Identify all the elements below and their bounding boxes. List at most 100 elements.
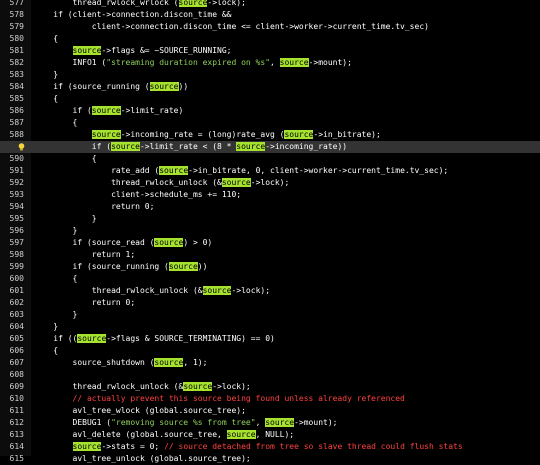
code-text[interactable]: if (source_read (source) > 0): [34, 237, 212, 249]
code-line[interactable]: 592 thread_rwlock_unlock (&source->lock)…: [0, 177, 540, 189]
code-text[interactable]: {: [34, 117, 78, 129]
code-text[interactable]: source->flags &= ~SOURCE_RUNNING;: [34, 45, 231, 57]
code-text[interactable]: if (source_running (source)): [34, 261, 207, 273]
code-text[interactable]: source->stats = 0; // source detached fr…: [34, 441, 463, 453]
code-text[interactable]: INFO1 ("streaming duration expired on %s…: [34, 57, 352, 69]
code-text[interactable]: {: [34, 273, 78, 285]
code-text[interactable]: if (source_running (source)): [34, 81, 188, 93]
code-line[interactable]: 590 {: [0, 153, 540, 165]
string-literal: "removing source %s from tree": [111, 418, 256, 427]
line-number: 615: [9, 454, 24, 463]
code-line[interactable]: 609 thread_rwlock_unlock (&source->lock)…: [0, 381, 540, 393]
lightbulb-icon[interactable]: [18, 143, 25, 151]
code-line[interactable]: 585 {: [0, 93, 540, 105]
code-text[interactable]: rate_add (source->in_bitrate, 0, client-…: [34, 165, 448, 177]
code-line[interactable]: 602 return 0;: [0, 297, 540, 309]
line-number: 578: [9, 10, 24, 19]
code-text[interactable]: }: [34, 225, 78, 237]
code-text[interactable]: if (client->connection.discon_time &&: [34, 9, 231, 21]
code-line[interactable]: 587 {: [0, 117, 540, 129]
code-line[interactable]: 580 {: [0, 33, 540, 45]
code-text[interactable]: avl_tree_wlock (global.source_tree);: [34, 405, 246, 417]
code-line[interactable]: 594 return 0;: [0, 201, 540, 213]
code-line[interactable]: 582 INFO1 ("streaming duration expired o…: [0, 57, 540, 69]
code-token: ->mount);: [294, 418, 338, 427]
code-line[interactable]: 608: [0, 369, 540, 381]
code-line[interactable]: 601 thread_rwlock_unlock (&source->lock)…: [0, 285, 540, 297]
code-text[interactable]: }: [34, 213, 97, 225]
code-token: thread_rwlock_wrlock (: [34, 0, 179, 7]
code-line[interactable]: 607 source_shutdown (source, 1);: [0, 357, 540, 369]
code-token: {: [34, 346, 59, 355]
code-line[interactable]: 596 }: [0, 225, 540, 237]
code-line[interactable]: 577 thread_rwlock_wrlock (source->lock);: [0, 0, 540, 9]
code-line[interactable]: 600 {: [0, 273, 540, 285]
code-line[interactable]: 595 }: [0, 213, 540, 225]
code-line[interactable]: 605 if ((source->flags & SOURCE_TERMINAT…: [0, 333, 540, 345]
code-text[interactable]: {: [34, 93, 58, 105]
code-text[interactable]: source_shutdown (source, 1);: [34, 357, 207, 369]
code-line[interactable]: 606 {: [0, 345, 540, 357]
code-text[interactable]: client->connection.discon_time <= client…: [34, 21, 429, 33]
highlighted-identifier: source: [236, 142, 266, 151]
code-line[interactable]: 588 source->incoming_rate = (long)rate_a…: [0, 129, 540, 141]
code-line[interactable]: 603 }: [0, 309, 540, 321]
code-text[interactable]: return 1;: [34, 249, 135, 261]
code-line[interactable]: 612 DEBUG1 ("removing source %s from tre…: [0, 417, 540, 429]
code-text[interactable]: thread_rwlock_wrlock (source->lock);: [34, 0, 246, 9]
code-editor[interactable]: 577 thread_rwlock_wrlock (source->lock);…: [0, 0, 540, 463]
code-line[interactable]: 615 avl_tree_unlock (global.source_tree)…: [0, 453, 540, 465]
code-line[interactable]: 578 if (client->connection.discon_time &…: [0, 9, 540, 21]
code-token: DEBUG1 (: [34, 418, 112, 427]
highlighted-identifier: source: [226, 430, 256, 439]
code-line[interactable]: 586 if (source->limit_rate): [0, 105, 540, 117]
code-text[interactable]: avl_delete (global.source_tree, source, …: [34, 429, 294, 441]
line-number: 584: [9, 82, 24, 91]
code-token: {: [34, 274, 78, 283]
code-line[interactable]: 583 }: [0, 69, 540, 81]
code-text[interactable]: {: [34, 33, 58, 45]
line-number: 599: [9, 262, 24, 271]
code-line[interactable]: 604 }: [0, 321, 540, 333]
code-text[interactable]: return 0;: [34, 297, 135, 309]
code-token: ) > 0): [183, 238, 213, 247]
code-line[interactable]: 611 avl_tree_wlock (global.source_tree);: [0, 405, 540, 417]
code-line[interactable]: 584 if (source_running (source)): [0, 81, 540, 93]
code-line[interactable]: 593 client->schedule_ms += 110;: [0, 189, 540, 201]
code-line[interactable]: 581 source->flags &= ~SOURCE_RUNNING;: [0, 45, 540, 57]
highlighted-identifier: source: [284, 130, 314, 139]
code-line[interactable]: 591 rate_add (source->in_bitrate, 0, cli…: [0, 165, 540, 177]
code-token: avl_delete (global.source_tree,: [34, 430, 227, 439]
code-line[interactable]: 598 return 1;: [0, 249, 540, 261]
code-text[interactable]: DEBUG1 ("removing source %s from tree", …: [34, 417, 337, 429]
code-line[interactable]: 599 if (source_running (source)): [0, 261, 540, 273]
code-text[interactable]: return 0;: [34, 201, 154, 213]
code-line[interactable]: 610 // actually prevent this source bein…: [0, 393, 540, 405]
code-line[interactable]: 613 avl_delete (global.source_tree, sour…: [0, 429, 540, 441]
code-line[interactable]: 614 source->stats = 0; // source detache…: [0, 441, 540, 453]
code-text[interactable]: source->incoming_rate = (long)rate_avg (…: [34, 129, 381, 141]
code-text[interactable]: client->schedule_ms += 110;: [34, 189, 241, 201]
code-line[interactable]: 579 client->connection.discon_time <= cl…: [0, 21, 540, 33]
code-text[interactable]: {: [34, 153, 97, 165]
code-token: }: [34, 70, 59, 79]
code-text[interactable]: thread_rwlock_unlock (&source->lock);: [34, 381, 251, 393]
code-line[interactable]: 597 if (source_read (source) > 0): [0, 237, 540, 249]
code-text[interactable]: // actually prevent this source being fo…: [34, 393, 405, 405]
code-text[interactable]: if (source->limit_rate): [34, 105, 183, 117]
line-number: 610: [9, 394, 24, 403]
code-token: avl_tree_wlock (global.source_tree);: [34, 406, 246, 415]
code-text[interactable]: thread_rwlock_unlock (&source->lock);: [34, 177, 289, 189]
highlighted-identifier: source: [111, 142, 140, 151]
code-text[interactable]: avl_tree_unlock (global.source_tree);: [34, 453, 251, 465]
current-code-line[interactable]: if (source->limit_rate < (8 * source->in…: [0, 141, 540, 153]
code-text[interactable]: if ((source->flags & SOURCE_TERMINATING)…: [34, 333, 275, 345]
code-text[interactable]: thread_rwlock_unlock (&source->lock);: [34, 285, 270, 297]
code-text[interactable]: }: [34, 69, 58, 81]
code-text[interactable]: {: [34, 345, 58, 357]
code-text[interactable]: }: [34, 321, 58, 333]
code-token: ->stats = 0;: [101, 442, 165, 451]
code-text[interactable]: }: [34, 309, 78, 321]
code-text[interactable]: if (source->limit_rate < (8 * source->in…: [34, 141, 347, 153]
